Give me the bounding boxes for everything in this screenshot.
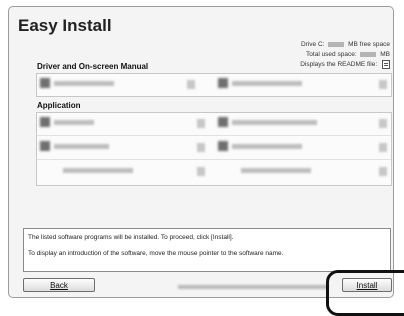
- free-space-unit: MB free space: [348, 41, 390, 48]
- application-heading: Application: [37, 101, 81, 110]
- used-space-value: [360, 51, 377, 57]
- driver-name: [54, 81, 114, 86]
- application-size: [379, 143, 387, 152]
- back-button[interactable]: Back: [23, 278, 95, 292]
- application-size: [379, 167, 387, 176]
- readme-label: Displays the README file:: [300, 61, 378, 69]
- drive-label: Drive C:: [300, 41, 325, 48]
- application-size: [197, 143, 205, 152]
- driver-manual-list: [36, 73, 392, 97]
- manual-icon: [218, 78, 228, 88]
- application-name: [232, 120, 317, 125]
- application-row: [37, 137, 391, 160]
- application-icon: [40, 141, 50, 151]
- application-row: [37, 113, 391, 136]
- application-name: [63, 168, 133, 173]
- driver-manual-heading: Driver and On-screen Manual: [37, 62, 149, 71]
- readme-file-icon[interactable]: [382, 60, 390, 69]
- manual-name: [232, 81, 302, 86]
- application-name: [241, 168, 311, 173]
- instruction-message: The listed software programs will be ins…: [23, 228, 391, 272]
- application-name: [54, 144, 109, 149]
- footer-status-text: [178, 285, 328, 289]
- used-space-line: Total used space: MB: [300, 50, 390, 60]
- manual-item[interactable]: [215, 74, 393, 96]
- disk-info: Drive C: MB free space Total used space:…: [300, 40, 390, 70]
- used-space-unit: MB: [380, 51, 390, 58]
- application-icon: [218, 117, 228, 127]
- application-item[interactable]: [215, 113, 393, 135]
- application-size: [379, 119, 387, 128]
- application-item[interactable]: [215, 137, 393, 159]
- application-icon: [218, 141, 228, 151]
- application-item[interactable]: [37, 137, 215, 159]
- application-list: [36, 112, 392, 186]
- driver-icon: [40, 78, 50, 88]
- install-highlight-ring: [326, 270, 404, 316]
- used-space-label: Total used space:: [306, 51, 357, 58]
- instruction-line-1: The listed software programs will be ins…: [28, 234, 234, 241]
- back-button-label: Back: [50, 281, 68, 290]
- application-row: [37, 161, 391, 183]
- driver-size: [187, 74, 199, 96]
- free-space-line: Drive C: MB free space: [300, 40, 390, 50]
- manual-size: [379, 74, 391, 96]
- application-size: [197, 119, 205, 128]
- instruction-line-2: To display an introduction of the softwa…: [28, 250, 284, 257]
- application-name: [232, 144, 302, 149]
- application-name: [54, 120, 94, 125]
- application-size: [197, 167, 205, 176]
- application-item[interactable]: [37, 113, 215, 135]
- readme-line: Displays the README file:: [300, 60, 390, 70]
- application-icon: [40, 117, 50, 127]
- application-item[interactable]: [37, 161, 215, 183]
- window-title: Easy Install: [18, 16, 112, 35]
- free-space-value: [328, 41, 345, 47]
- application-item[interactable]: [215, 161, 393, 183]
